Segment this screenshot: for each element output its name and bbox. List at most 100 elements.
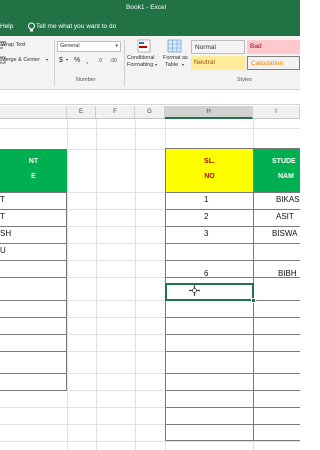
svg-text:.00: .00 xyxy=(110,58,117,64)
column-header-h[interactable]: H xyxy=(165,106,253,119)
percent-button[interactable]: % xyxy=(74,57,80,64)
sl-no-cell[interactable]: 6 xyxy=(204,269,208,278)
sl-no-header-line1: SL. xyxy=(204,158,215,165)
sl-no-header-cell[interactable]: SL. NO xyxy=(166,149,253,192)
format-as-table-caret[interactable]: ▾ xyxy=(182,62,184,67)
currency-dropdown-caret[interactable]: ▾ xyxy=(66,57,68,62)
format-as-table-label-2[interactable]: Table xyxy=(165,62,178,68)
cursor-icon xyxy=(189,285,200,296)
style-bad[interactable]: Bad xyxy=(247,40,300,54)
column-header-e[interactable]: E xyxy=(67,106,96,119)
right-table-border xyxy=(165,390,300,391)
style-normal-label: Normal xyxy=(195,44,216,51)
column-header-h-label: H xyxy=(206,109,211,115)
styles-group-label: Styles xyxy=(237,77,252,83)
wrap-text-button[interactable]: Wrap Text xyxy=(1,42,26,48)
format-as-table-label-1[interactable]: Format as xyxy=(163,55,188,61)
right-table-border xyxy=(165,424,300,425)
style-neutral-label: Neutral xyxy=(194,59,215,66)
right-table-border xyxy=(165,192,300,193)
ribbon: Wrap Text Merge & Center ▾ General ▾ $ ▾… xyxy=(0,36,300,90)
lightbulb-icon xyxy=(28,22,35,32)
worksheet-grid[interactable]: NT E T T SH U SL. NO STUDE NAM 1 BIKAS 2… xyxy=(0,119,300,450)
conditional-formatting-label-2[interactable]: Formatting xyxy=(127,62,153,68)
left-table-border xyxy=(0,209,67,210)
sl-no-cell[interactable]: 3 xyxy=(204,229,208,238)
gridline xyxy=(0,128,300,129)
format-as-table-icon xyxy=(167,39,182,53)
left-table-header-cell[interactable]: NT E xyxy=(0,149,67,192)
number-format-select[interactable]: General ▾ xyxy=(57,41,121,52)
sl-no-header-line2: NO xyxy=(204,173,215,180)
gridline xyxy=(67,119,68,450)
ribbon-separator xyxy=(54,40,55,86)
right-table-border xyxy=(165,407,300,408)
left-table-border xyxy=(0,373,67,374)
right-table-border xyxy=(165,373,300,374)
student-name-header-cell[interactable]: STUDE NAM xyxy=(254,149,300,192)
left-cell[interactable]: SH xyxy=(0,229,11,238)
style-normal[interactable]: Normal xyxy=(191,40,245,54)
style-calculation-label: Calculation xyxy=(251,60,284,67)
fill-handle[interactable] xyxy=(251,298,256,303)
gridline xyxy=(0,441,300,442)
decrease-decimal-icon[interactable]: .00 xyxy=(110,56,119,64)
student-name-header-line2: NAM xyxy=(278,173,294,180)
sl-no-cell[interactable]: 1 xyxy=(204,195,208,204)
style-calculation[interactable]: Calculation xyxy=(247,56,300,70)
left-header-line2: E xyxy=(31,173,36,180)
right-table-border xyxy=(165,226,300,227)
column-header-i[interactable]: I xyxy=(253,106,300,119)
left-table-border xyxy=(0,243,67,244)
right-table-border xyxy=(165,260,300,261)
gridline xyxy=(96,119,97,450)
column-header-d[interactable] xyxy=(0,106,67,119)
right-table-border xyxy=(165,334,300,335)
tell-me-search[interactable]: Tell me what you want to do xyxy=(36,23,116,30)
column-header-g-label: G xyxy=(147,109,152,115)
column-header-g[interactable]: G xyxy=(135,106,165,119)
left-table-border xyxy=(0,351,67,352)
left-table-border xyxy=(0,192,67,193)
left-cell[interactable]: T xyxy=(0,195,5,204)
left-cell[interactable]: U xyxy=(0,246,6,255)
student-name-cell[interactable]: BIBH xyxy=(278,269,297,278)
left-table-border xyxy=(0,317,67,318)
comma-button[interactable]: , xyxy=(86,56,88,65)
left-table-border xyxy=(0,277,67,278)
left-table-border xyxy=(0,226,67,227)
merge-dropdown-caret[interactable]: ▾ xyxy=(46,57,48,62)
left-table-border xyxy=(0,390,67,391)
column-header-e-label: E xyxy=(78,109,83,115)
left-table-border xyxy=(0,300,67,301)
title-bar: Book1 - Excel xyxy=(0,0,300,20)
formula-bar[interactable] xyxy=(0,91,300,105)
conditional-formatting-caret[interactable]: ▾ xyxy=(155,62,157,67)
chevron-down-icon: ▾ xyxy=(115,43,118,49)
increase-decimal-icon[interactable]: .0 xyxy=(98,56,107,64)
column-header-f[interactable]: F xyxy=(96,106,135,119)
active-cell-selection[interactable] xyxy=(165,283,254,301)
right-table-border xyxy=(165,440,300,441)
student-name-cell[interactable]: ASIT xyxy=(276,212,294,221)
svg-text:.0: .0 xyxy=(98,58,102,64)
left-cell[interactable]: T xyxy=(0,212,5,221)
student-name-header-line1: STUDE xyxy=(272,158,296,165)
right-table-border xyxy=(165,317,300,318)
conditional-formatting-label-1[interactable]: Conditional xyxy=(127,55,155,61)
right-table-border xyxy=(165,209,300,210)
currency-button[interactable]: $ xyxy=(59,57,63,64)
left-table-border xyxy=(0,334,67,335)
column-header-i-label: I xyxy=(275,109,277,115)
left-header-line1: NT xyxy=(28,158,39,165)
right-table-border xyxy=(165,148,300,149)
conditional-formatting-icon xyxy=(137,39,151,53)
help-tab[interactable]: Help xyxy=(0,23,13,30)
student-name-cell[interactable]: BIKAS xyxy=(276,195,300,204)
student-name-cell[interactable]: BISWA xyxy=(272,229,297,238)
sl-no-cell[interactable]: 2 xyxy=(204,212,208,221)
merge-center-button[interactable]: Merge & Center xyxy=(1,57,40,63)
style-neutral[interactable]: Neutral xyxy=(191,56,245,70)
gridline xyxy=(135,119,136,450)
number-group-label: Number xyxy=(76,77,96,83)
